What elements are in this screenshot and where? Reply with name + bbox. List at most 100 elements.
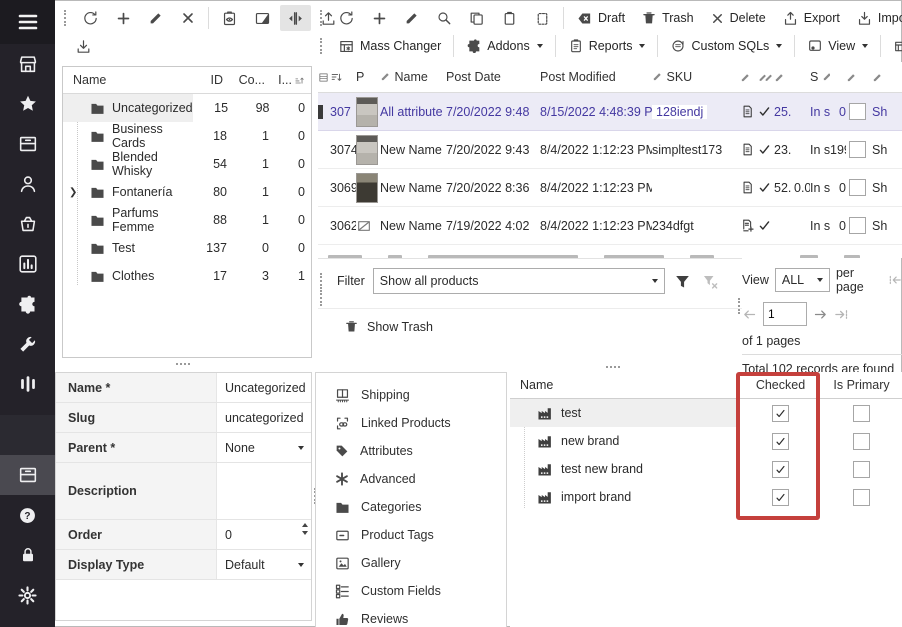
tab-product-tags[interactable]: Product Tags	[316, 521, 506, 549]
product-checkbox[interactable]	[849, 179, 866, 196]
custom-sqls-button[interactable]: Custom SQLs	[663, 33, 789, 59]
column-header-c2[interactable]: I...	[271, 73, 311, 87]
expand-chevron-icon[interactable]: ❯	[69, 187, 77, 198]
hamburger-menu-button[interactable]	[0, 0, 55, 44]
toolbar-grip[interactable]	[64, 10, 69, 26]
order-field[interactable]: 0	[217, 520, 311, 549]
tab-advanced[interactable]: Advanced	[316, 465, 506, 493]
refresh-categories-button[interactable]	[75, 5, 106, 31]
last-page-icon[interactable]	[834, 307, 849, 322]
name-field[interactable]: Uncategorized	[217, 373, 311, 402]
tab-shipping[interactable]: Shipping	[316, 381, 506, 409]
sidebar-item-archive-selected[interactable]	[0, 455, 55, 495]
per-page-dropdown[interactable]: ALL	[775, 268, 830, 292]
vertical-splitter-grip[interactable]	[320, 290, 325, 306]
column-header-count[interactable]: Co...	[229, 73, 271, 87]
delete-button[interactable]: Delete	[703, 5, 773, 31]
spin-down-icon[interactable]	[302, 531, 308, 535]
import-button[interactable]: Import	[849, 5, 902, 31]
tab-categories[interactable]: Categories	[316, 493, 506, 521]
column-header-checked[interactable]: Checked	[740, 378, 821, 392]
export-grid-button[interactable]: Export Grid	[886, 33, 902, 59]
page-number-input[interactable]	[763, 302, 807, 326]
is-primary-checkbox-unchecked[interactable]	[853, 405, 870, 422]
tree-row-clothes[interactable]: Clothes 17 3 1	[63, 262, 311, 290]
display-type-select[interactable]: Default	[217, 550, 311, 579]
sort-icon[interactable]	[330, 71, 356, 84]
add-category-button[interactable]	[108, 5, 139, 31]
clear-filter-icon[interactable]	[700, 272, 719, 291]
next-page-icon[interactable]	[813, 307, 828, 322]
addons-button[interactable]: Addons	[459, 33, 549, 59]
preview-button[interactable]	[214, 5, 245, 31]
is-primary-checkbox-unchecked[interactable]	[853, 489, 870, 506]
sidebar-item-settings[interactable]	[0, 575, 55, 615]
row-expander[interactable]	[318, 105, 330, 119]
image-adjust-button[interactable]	[247, 5, 278, 31]
column-header-post-modified[interactable]: Post Modified	[540, 70, 652, 84]
column-header-name[interactable]: Name	[380, 70, 446, 84]
mass-changer-button[interactable]: Mass Changer	[331, 33, 448, 59]
is-primary-checkbox-unchecked[interactable]	[853, 433, 870, 450]
paste-button[interactable]	[494, 5, 525, 31]
column-header-pencil-pair[interactable]	[758, 72, 774, 83]
column-header-pencil[interactable]	[774, 72, 794, 83]
draft-button[interactable]: Draft	[569, 5, 632, 31]
slug-field[interactable]: uncategorized	[217, 403, 311, 432]
is-primary-checkbox-unchecked[interactable]	[853, 461, 870, 478]
checked-checkbox-checked[interactable]	[772, 405, 789, 422]
sidebar-item-columns[interactable]	[0, 364, 55, 404]
column-header-name[interactable]: Name	[63, 67, 187, 93]
edit-category-button[interactable]	[141, 5, 171, 31]
tree-row-test[interactable]: Test 137 0 0	[63, 234, 311, 262]
product-checkbox[interactable]	[849, 103, 866, 120]
product-row-new-name-3[interactable]: 3062 New Name 7/19/2022 4:02 8/4/2022 1:…	[318, 207, 902, 245]
sidebar-item-addons[interactable]	[0, 284, 55, 324]
tab-attributes[interactable]: Attributes	[316, 437, 506, 465]
column-header-is-primary[interactable]: Is Primary	[821, 378, 902, 392]
export-button[interactable]: Export	[775, 5, 847, 31]
brand-row-new-brand[interactable]: new brand	[510, 427, 902, 455]
sidebar-item-favorites[interactable]	[0, 84, 55, 124]
column-header-post-date[interactable]: Post Date	[446, 70, 540, 84]
paste-special-button[interactable]	[527, 5, 558, 31]
toolbar-grip[interactable]	[320, 38, 325, 54]
view-button[interactable]: View	[800, 33, 875, 59]
filter-toolbar-grip[interactable]	[320, 273, 325, 289]
column-header-pencil[interactable]	[740, 72, 758, 83]
edit-product-button[interactable]	[397, 5, 427, 31]
sidebar-item-tools[interactable]	[0, 324, 55, 364]
checked-checkbox-checked[interactable]	[772, 433, 789, 450]
show-trash-button[interactable]: Show Trash	[367, 320, 433, 334]
download-button[interactable]	[68, 33, 99, 59]
column-header-pencil[interactable]	[868, 72, 902, 83]
reports-button[interactable]: Reports	[561, 33, 653, 59]
sidebar-item-orders[interactable]	[0, 204, 55, 244]
checked-checkbox-checked[interactable]	[772, 489, 789, 506]
delete-category-button[interactable]	[173, 5, 203, 31]
column-header-pencil[interactable]	[846, 72, 868, 83]
brand-row-test-new-brand[interactable]: test new brand	[510, 455, 902, 483]
sidebar-item-help[interactable]	[0, 495, 55, 535]
grid-menu-icon[interactable]	[318, 72, 330, 83]
sidebar-item-products[interactable]	[0, 124, 55, 164]
toolbar-grip[interactable]	[320, 10, 325, 26]
add-product-button[interactable]	[364, 5, 395, 31]
sidebar-item-reports[interactable]	[0, 244, 55, 284]
tab-gallery[interactable]: Gallery	[316, 549, 506, 577]
column-header-id[interactable]: ID	[187, 73, 229, 87]
copy-button[interactable]	[461, 5, 492, 31]
product-row-all-attribute[interactable]: 307 All attribute 7/20/2022 9:48 8/15/20…	[318, 93, 902, 131]
search-button[interactable]	[429, 5, 459, 31]
tab-custom-fields[interactable]: Custom Fields	[316, 577, 506, 605]
sidebar-item-customers[interactable]	[0, 164, 55, 204]
horizontal-splitter-grip[interactable]	[606, 366, 620, 371]
filter-dropdown[interactable]: Show all products	[373, 268, 665, 294]
parent-select[interactable]: None	[217, 433, 311, 462]
spin-up-icon[interactable]	[302, 523, 308, 527]
column-header-sku[interactable]: SKU	[652, 70, 740, 84]
apply-filter-icon[interactable]	[673, 272, 692, 291]
column-header-stock[interactable]: S	[810, 70, 830, 84]
previous-page-icon[interactable]	[742, 307, 757, 322]
tree-row-business-cards[interactable]: Business Cards 18 1 0	[63, 122, 311, 150]
